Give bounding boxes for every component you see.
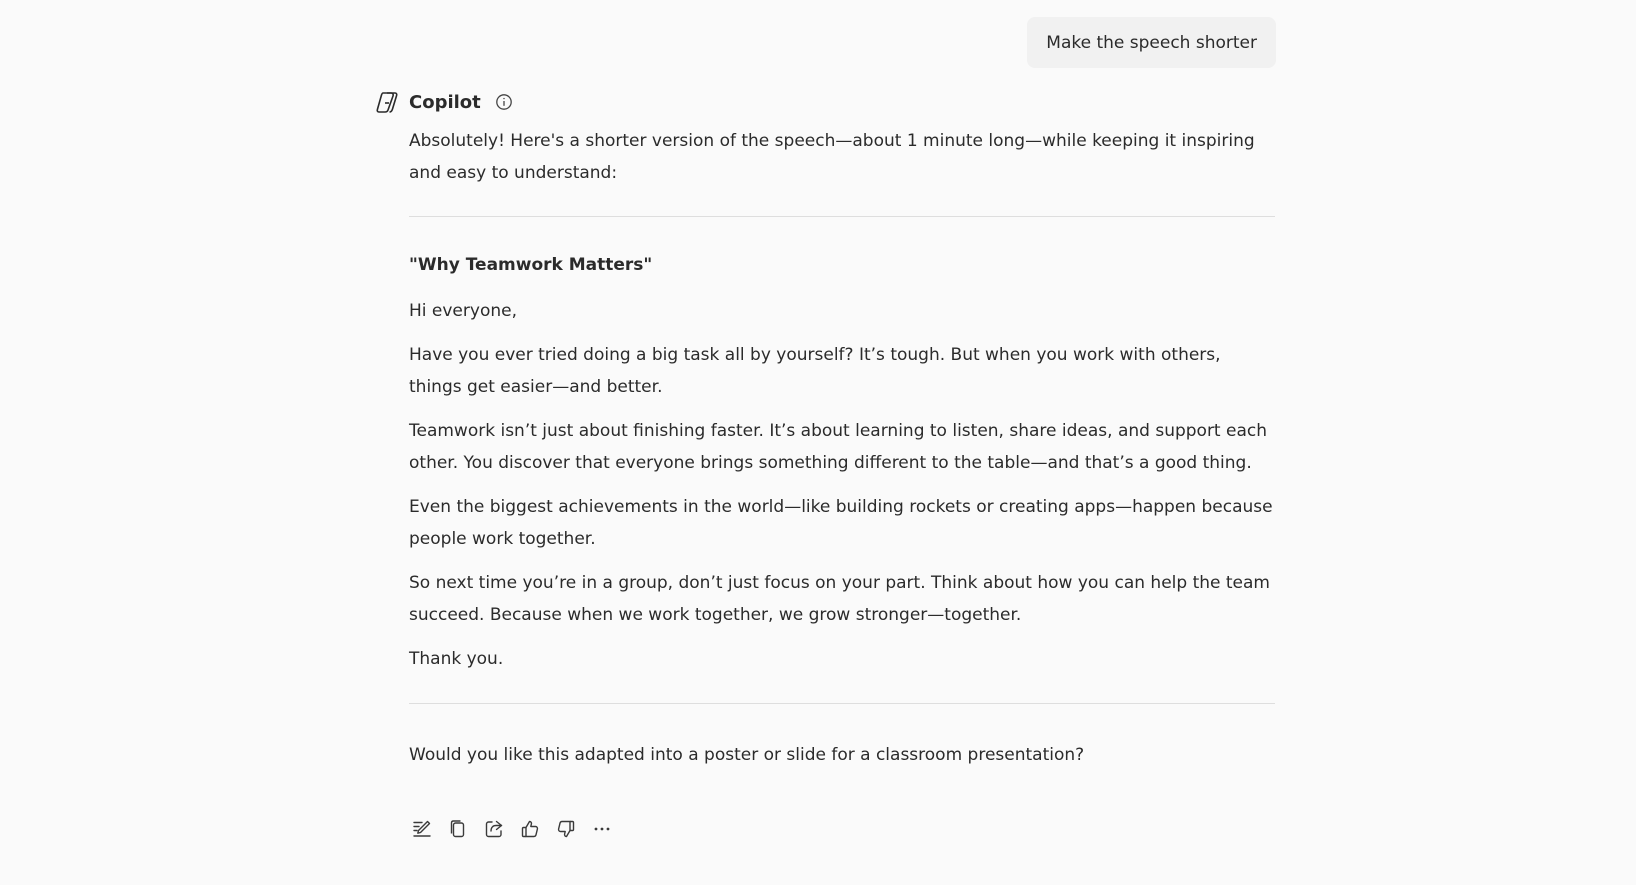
user-message-bubble: Make the speech shorter	[1027, 17, 1276, 68]
divider-top	[409, 216, 1275, 217]
speech-paragraph: So next time you’re in a group, don’t ju…	[409, 573, 1270, 625]
share-icon[interactable]	[481, 816, 507, 842]
speech-paragraph: Hi everyone,	[409, 300, 517, 321]
speech-paragraph: Teamwork isn’t just about finishing fast…	[409, 421, 1268, 473]
divider-bottom	[409, 702, 1275, 704]
thumbs-down-icon[interactable]	[553, 816, 579, 842]
copy-icon[interactable]	[445, 816, 471, 842]
speech-title: "Why Teamwork Matters"	[409, 255, 653, 275]
message-actions	[409, 816, 625, 842]
thumbs-up-icon[interactable]	[517, 816, 543, 842]
assistant-name: Copilot	[409, 91, 481, 113]
assistant-message: Absolutely! Here's a shorter version of …	[409, 126, 1275, 771]
copilot-logo-icon	[374, 89, 400, 115]
more-icon[interactable]	[589, 816, 615, 842]
speech-paragraph: Even the biggest achievements in the wor…	[409, 497, 1273, 549]
followup-question: Would you like this adapted into a poste…	[409, 744, 1085, 765]
message-intro: Absolutely! Here's a shorter version of …	[409, 131, 1255, 183]
assistant-header: Copilot	[374, 88, 513, 116]
user-message-text: Make the speech shorter	[1046, 32, 1257, 53]
speech-paragraph: Thank you.	[409, 649, 504, 669]
speech-paragraph: Have you ever tried doing a big task all…	[409, 345, 1221, 397]
info-icon[interactable]	[495, 93, 513, 111]
chat-page: Make the speech shorter Copilot Absolute…	[0, 0, 1636, 885]
edit-icon[interactable]	[409, 816, 435, 842]
